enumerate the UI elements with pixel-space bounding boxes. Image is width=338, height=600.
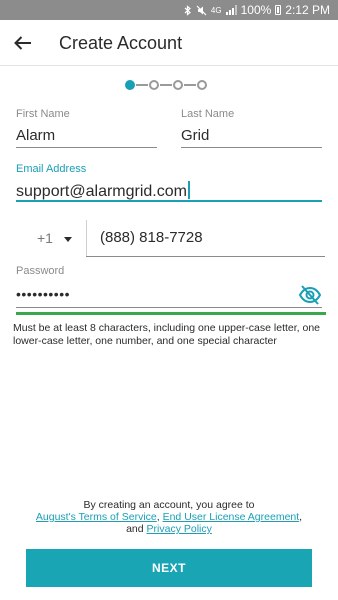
phone-underline bbox=[86, 256, 325, 257]
app-bar: Create Account bbox=[0, 20, 338, 66]
email-underline bbox=[16, 200, 322, 202]
last-name-label: Last Name bbox=[181, 108, 235, 120]
legal-comma: , bbox=[156, 511, 160, 523]
password-label: Password bbox=[16, 265, 65, 277]
email-field[interactable]: support@alarmgrid.com bbox=[16, 181, 190, 201]
phone-field[interactable]: (888) 818-7728 bbox=[100, 229, 203, 246]
first-name-field[interactable]: Alarm bbox=[16, 127, 55, 144]
privacy-link[interactable]: Privacy Policy bbox=[147, 523, 212, 535]
legal-privacy-row: and Privacy Policy bbox=[0, 523, 338, 535]
legal-intro: By creating an account, you agree to bbox=[83, 499, 255, 511]
legal-comma: , bbox=[299, 511, 303, 523]
first-name-underline bbox=[16, 147, 157, 148]
text-cursor bbox=[187, 181, 190, 199]
step-dot-3 bbox=[173, 80, 183, 90]
legal-links-row: August's Terms of Service, End User Lice… bbox=[0, 511, 338, 523]
password-requirements: Must be at least 8 characters, including… bbox=[13, 322, 321, 347]
first-name-label: First Name bbox=[16, 108, 70, 120]
bluetooth-icon bbox=[184, 4, 192, 16]
password-strength-bar bbox=[16, 312, 326, 315]
legal-text: By creating an account, you agree to Aug… bbox=[0, 499, 338, 535]
country-code-value: +1 bbox=[37, 230, 53, 246]
battery-icon bbox=[275, 5, 282, 15]
battery-percent: 100% bbox=[240, 3, 272, 17]
country-code-select[interactable]: +1 bbox=[16, 222, 86, 256]
step-connector bbox=[184, 84, 196, 86]
password-field[interactable]: •••••••••• bbox=[16, 286, 70, 302]
eye-off-icon[interactable] bbox=[298, 283, 322, 307]
back-arrow-icon[interactable] bbox=[10, 30, 36, 56]
legal-and: and bbox=[126, 523, 144, 535]
next-button[interactable]: NEXT bbox=[26, 549, 312, 587]
signal-icon bbox=[225, 5, 237, 15]
page-title: Create Account bbox=[59, 33, 183, 53]
network-type: 4G bbox=[210, 5, 222, 15]
last-name-underline bbox=[181, 147, 322, 148]
eula-link[interactable]: End User License Agreement bbox=[163, 511, 300, 523]
step-connector bbox=[136, 84, 148, 86]
email-label: Email Address bbox=[16, 163, 87, 175]
step-dot-2 bbox=[149, 80, 159, 90]
password-underline bbox=[16, 307, 322, 308]
email-value: support@alarmgrid.com bbox=[16, 183, 187, 200]
step-connector bbox=[160, 84, 172, 86]
status-bar: 4G 100% 2:12 PM bbox=[0, 0, 338, 20]
last-name-field[interactable]: Grid bbox=[181, 127, 209, 144]
step-dot-4 bbox=[197, 80, 207, 90]
progress-stepper bbox=[125, 80, 207, 90]
phone-divider bbox=[86, 220, 87, 256]
step-dot-1 bbox=[125, 80, 135, 90]
terms-link[interactable]: August's Terms of Service bbox=[36, 511, 157, 523]
mute-icon bbox=[196, 5, 207, 16]
status-time: 2:12 PM bbox=[285, 3, 330, 17]
status-icons: 4G 100% 2:12 PM bbox=[184, 3, 330, 17]
dropdown-arrow-icon bbox=[64, 237, 72, 242]
